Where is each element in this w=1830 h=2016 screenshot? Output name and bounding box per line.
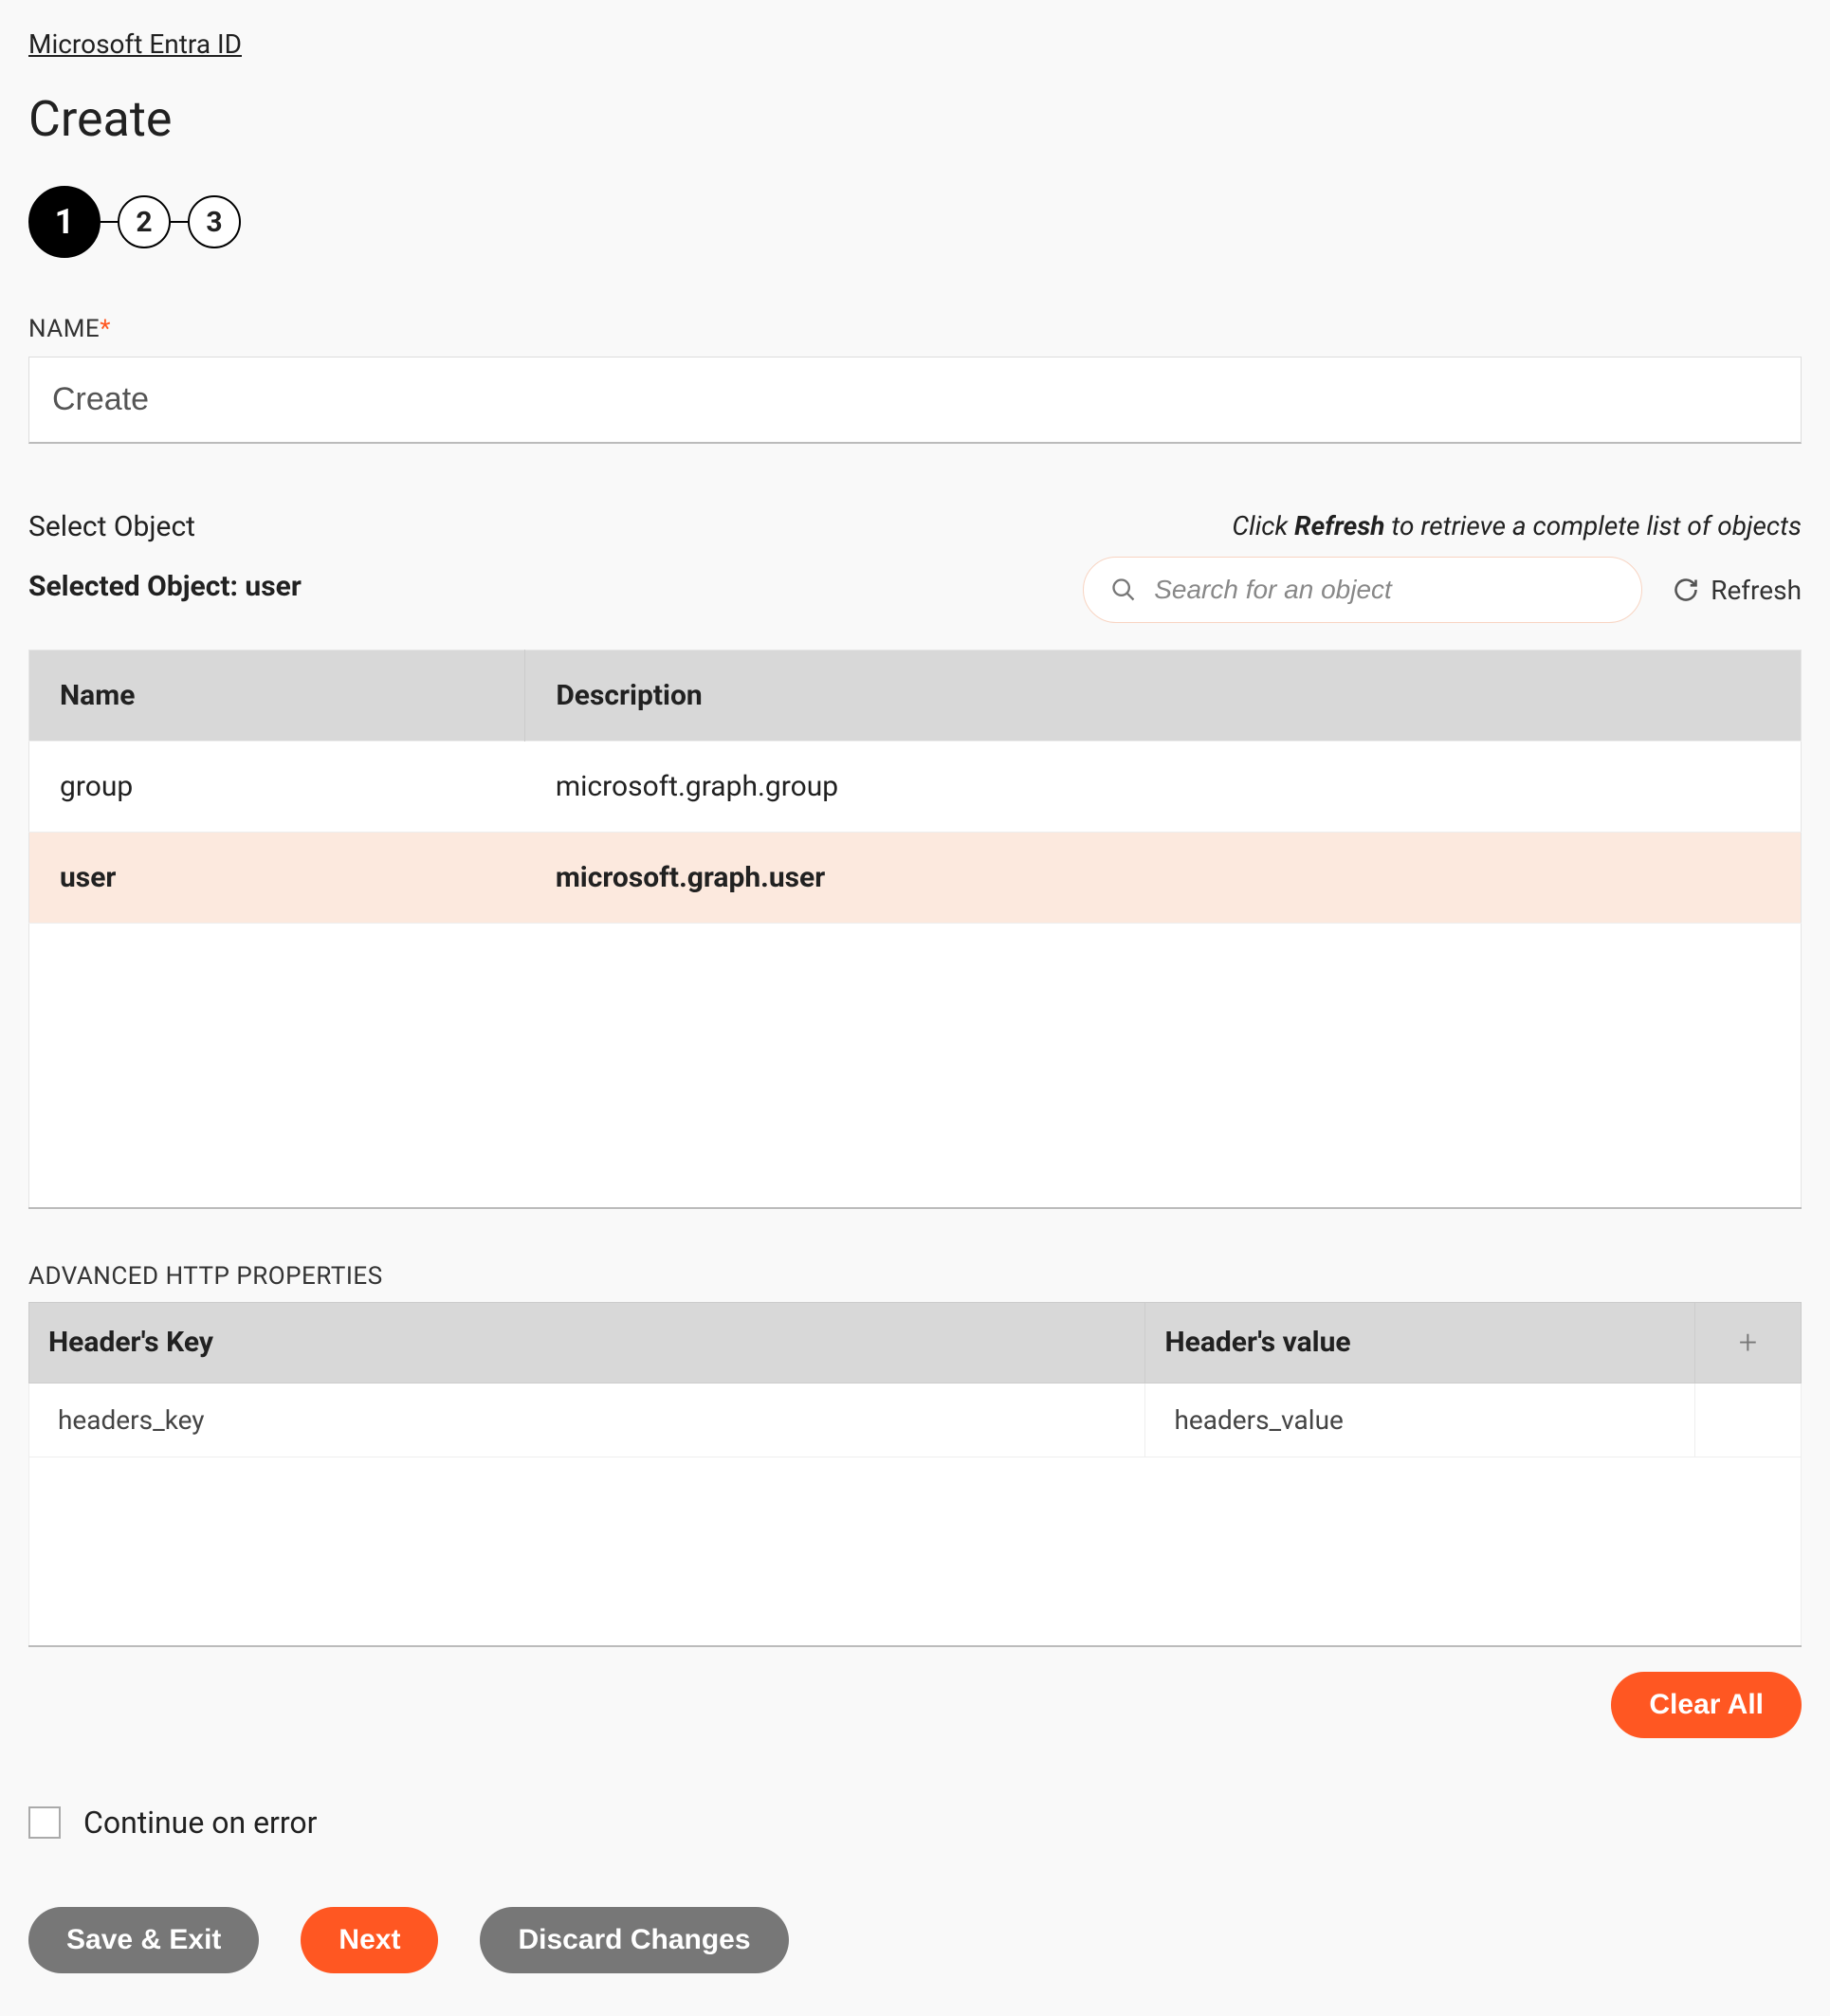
next-button[interactable]: Next xyxy=(301,1907,438,1973)
cell-desc: microsoft.graph.user xyxy=(525,833,1802,924)
step-line xyxy=(101,221,118,223)
save-exit-button[interactable]: Save & Exit xyxy=(28,1907,259,1973)
cell-header-key[interactable]: headers_key xyxy=(29,1383,1145,1457)
stepper: 1 2 3 xyxy=(28,186,1802,258)
col-header-key[interactable]: Header's Key xyxy=(29,1302,1145,1383)
footer-actions: Save & Exit Next Discard Changes xyxy=(28,1907,1802,1973)
plus-icon: + xyxy=(1714,1324,1782,1362)
name-field-label: NAME* xyxy=(28,315,1802,343)
spacer-row xyxy=(29,1457,1802,1646)
name-input[interactable] xyxy=(28,357,1802,444)
search-icon xyxy=(1110,577,1137,603)
continue-on-error-checkbox[interactable] xyxy=(28,1806,61,1839)
clear-all-button[interactable]: Clear All xyxy=(1611,1672,1802,1738)
refresh-icon xyxy=(1673,577,1699,603)
continue-on-error-label: Continue on error xyxy=(83,1805,318,1841)
select-object-label: Select Object xyxy=(28,510,302,543)
col-header-name[interactable]: Name xyxy=(29,651,525,742)
discard-button[interactable]: Discard Changes xyxy=(480,1907,788,1973)
refresh-button[interactable]: Refresh xyxy=(1673,575,1802,606)
step-1[interactable]: 1 xyxy=(28,186,101,258)
headers-table: Header's Key Header's value + headers_ke… xyxy=(28,1302,1802,1648)
spacer-row xyxy=(29,924,1802,1208)
cell-actions xyxy=(1694,1383,1801,1457)
cell-name: user xyxy=(29,833,525,924)
cell-desc: microsoft.graph.group xyxy=(525,742,1802,833)
col-header-value[interactable]: Header's value xyxy=(1145,1302,1694,1383)
table-row[interactable]: group microsoft.graph.group xyxy=(29,742,1802,833)
col-header-description[interactable]: Description xyxy=(525,651,1802,742)
objects-table: Name Description group microsoft.graph.g… xyxy=(28,650,1802,1209)
refresh-label: Refresh xyxy=(1711,575,1802,606)
cell-name: group xyxy=(29,742,525,833)
step-2[interactable]: 2 xyxy=(118,195,171,248)
table-row[interactable]: headers_key headers_value xyxy=(29,1383,1802,1457)
refresh-hint: Click Refresh to retrieve a complete lis… xyxy=(1083,510,1802,541)
step-3[interactable]: 3 xyxy=(188,195,241,248)
search-box[interactable] xyxy=(1083,557,1642,623)
cell-header-value[interactable]: headers_value xyxy=(1145,1383,1694,1457)
step-line xyxy=(171,221,188,223)
selected-object: Selected Object: user xyxy=(28,570,302,603)
breadcrumb[interactable]: Microsoft Entra ID xyxy=(28,28,242,60)
page-title: Create xyxy=(28,90,1802,148)
add-header-button[interactable]: + xyxy=(1694,1302,1801,1383)
search-input[interactable] xyxy=(1154,575,1615,605)
advanced-http-label: ADVANCED HTTP PROPERTIES xyxy=(28,1262,1802,1291)
table-row[interactable]: user microsoft.graph.user xyxy=(29,833,1802,924)
